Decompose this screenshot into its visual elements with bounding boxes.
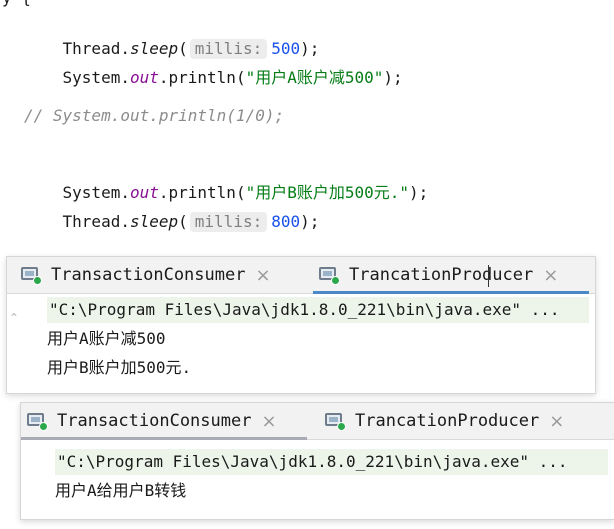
code-paren-close: ); — [383, 68, 403, 87]
code-class-thread: Thread. — [62, 212, 130, 231]
tab-transaction-consumer[interactable]: TransactionConsumer × — [21, 257, 271, 293]
console-output-line: 用户A账户减500 — [47, 329, 166, 348]
tab-transaction-consumer[interactable]: TransactionConsumer × — [27, 403, 277, 439]
tab-label: TrancationProducer — [349, 265, 534, 285]
active-tab-indicator — [313, 291, 589, 294]
run-panel-producer: TransactionConsumer × TrancationProducer… — [6, 256, 596, 394]
code-line-sleep-800[interactable]: Thread.sleep(millis: 800); — [24, 192, 319, 252]
code-paren-open: ( — [178, 212, 188, 231]
console-command-line: "C:\Program Files\Java\jdk1.8.0_221\bin\… — [47, 297, 589, 323]
run-tab-bar: TransactionConsumer × TrancationProducer… — [21, 403, 614, 440]
run-tab-bar: TransactionConsumer × TrancationProducer… — [7, 257, 595, 294]
code-field-out: out — [129, 68, 159, 87]
code-number-800: 800 — [271, 212, 301, 231]
run-console-icon — [21, 266, 43, 285]
tab-trancation-producer[interactable]: TrancationProducer × — [325, 403, 564, 439]
close-icon[interactable]: × — [255, 265, 270, 286]
code-method-sleep: sleep — [129, 212, 179, 231]
code-editor[interactable]: y { Thread.sleep(millis:500); System.out… — [0, 0, 614, 260]
close-icon[interactable]: × — [543, 265, 558, 286]
code-call-println: .println( — [158, 68, 246, 87]
code-string-a: "用户A账户减500" — [245, 68, 384, 87]
text-cursor — [488, 265, 489, 287]
code-line-brace: y { — [2, 0, 31, 8]
run-panel-consumer: TransactionConsumer × TrancationProducer… — [20, 402, 614, 520]
code-paren-close: ); — [409, 183, 429, 202]
code-paren-close: ); — [300, 212, 320, 231]
param-hint-millis: millis: — [189, 212, 268, 232]
tab-label: TransactionConsumer — [57, 411, 252, 431]
tab-trancation-producer[interactable]: TrancationProducer × — [319, 257, 558, 293]
code-line-println-a[interactable]: System.out.println("用户A账户减500"); — [24, 48, 403, 108]
close-icon[interactable]: × — [549, 411, 564, 432]
scroll-up-icon[interactable]: ⌃ — [9, 311, 19, 325]
tab-label: TrancationProducer — [355, 411, 540, 431]
run-console-icon — [325, 412, 347, 431]
console-output-line: 用户A给用户B转钱 — [55, 481, 187, 500]
console-command-line: "C:\Program Files\Java\jdk1.8.0_221\bin\… — [55, 449, 608, 475]
run-console-icon — [27, 412, 49, 431]
close-icon[interactable]: × — [261, 411, 276, 432]
code-class-system: System. — [62, 68, 130, 87]
code-line-comment[interactable]: // System.out.println(1/0); — [24, 106, 284, 126]
active-tab-indicator — [21, 437, 307, 440]
run-console-icon — [319, 266, 341, 285]
console-output-line: 用户B账户加500元. — [47, 358, 192, 377]
tab-label: TransactionConsumer — [51, 265, 246, 285]
